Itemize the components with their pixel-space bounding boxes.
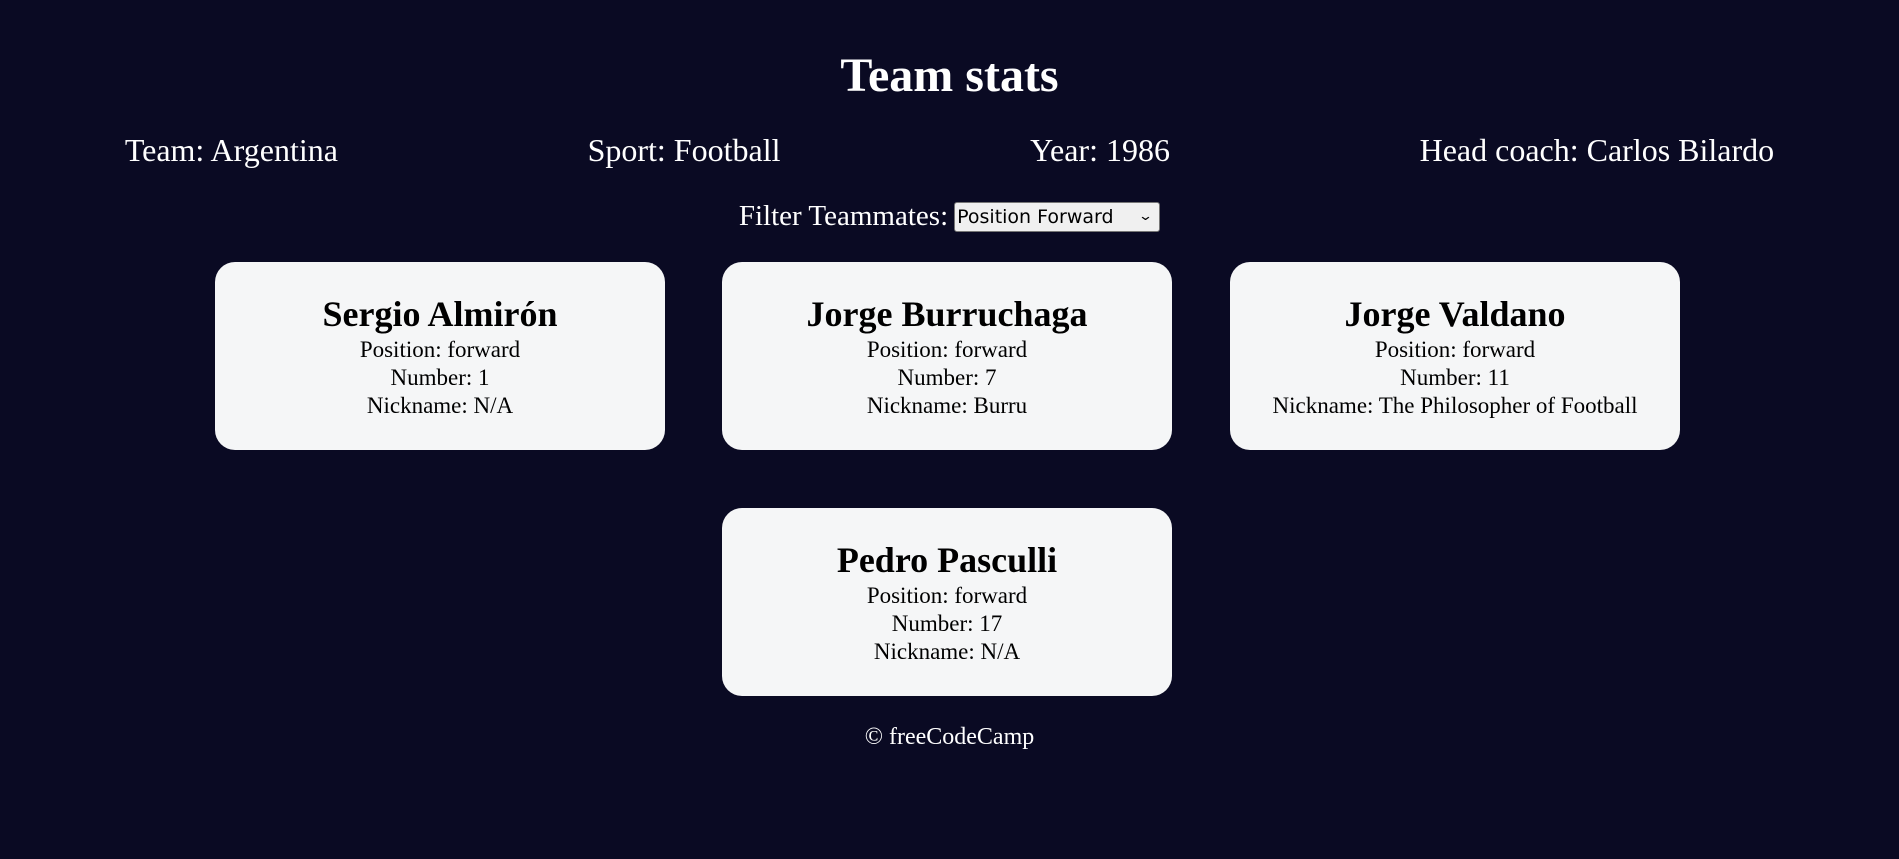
filter-select[interactable]: Position Forward ⌄ bbox=[954, 201, 1161, 232]
head-coach: Head coach: Carlos Bilardo bbox=[1419, 132, 1775, 168]
player-card: Jorge Burruchaga Position: forward Numbe… bbox=[722, 262, 1172, 450]
player-number: Number: 17 bbox=[891, 611, 1003, 636]
player-number: Number: 1 bbox=[390, 365, 490, 390]
player-number: Number: 7 bbox=[897, 365, 997, 390]
player-nickname: Nickname: N/A bbox=[366, 393, 514, 418]
team-name: Team: Argentina bbox=[124, 132, 338, 168]
player-nickname: Nickname: The Philosopher of Football bbox=[1272, 393, 1638, 418]
player-card: Sergio Almirón Position: forward Number:… bbox=[215, 262, 665, 450]
player-name: Pedro Pasculli bbox=[836, 540, 1058, 580]
sport: Sport: Football bbox=[587, 132, 781, 168]
footer: © freeCodeCamp bbox=[864, 724, 1035, 750]
player-position: Position: forward bbox=[359, 337, 521, 362]
team-stats: Team: Argentina Sport: Football Year: 19… bbox=[0, 130, 1899, 170]
player-position: Position: forward bbox=[866, 583, 1028, 608]
year: Year: 1986 bbox=[1030, 132, 1170, 168]
player-card: Jorge Valdano Position: forward Number: … bbox=[1230, 262, 1680, 450]
player-name: Jorge Valdano bbox=[1344, 294, 1566, 334]
page-title: Team stats bbox=[840, 49, 1059, 102]
player-position: Position: forward bbox=[866, 337, 1028, 362]
chevron-down-icon: ⌄ bbox=[1138, 208, 1154, 224]
player-card: Pedro Pasculli Position: forward Number:… bbox=[722, 508, 1172, 696]
player-name: Jorge Burruchaga bbox=[806, 294, 1088, 334]
player-name: Sergio Almirón bbox=[322, 294, 558, 334]
filter-row: Filter Teammates: Position Forward ⌄ bbox=[0, 200, 1899, 233]
player-position: Position: forward bbox=[1374, 337, 1536, 362]
player-nickname: Nickname: N/A bbox=[873, 639, 1021, 664]
filter-selected-value: Position Forward bbox=[957, 205, 1114, 228]
player-nickname: Nickname: Burru bbox=[866, 393, 1028, 418]
filter-label: Filter Teammates: bbox=[738, 200, 949, 232]
player-number: Number: 11 bbox=[1400, 365, 1510, 390]
